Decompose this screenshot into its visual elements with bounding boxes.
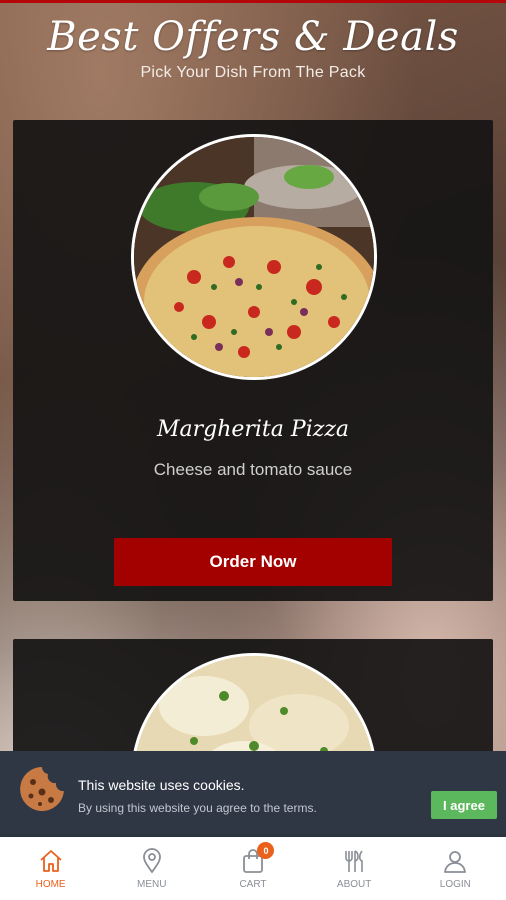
nav-item-home[interactable]: HOME [0, 847, 101, 890]
dish-card: Margherita Pizza Cheese and tomato sauce… [13, 120, 493, 601]
nav-item-about[interactable]: ABOUT [304, 847, 405, 890]
page-title: Best Offers & Deals [47, 14, 459, 60]
cart-count-badge: 0 [257, 842, 275, 859]
dish-description: Cheese and tomato sauce [153, 460, 353, 479]
nav-label: LOGIN [439, 879, 471, 890]
cookie-icon [20, 767, 64, 811]
nav-label: ABOUT [336, 879, 372, 890]
nav-item-menu[interactable]: MENU [101, 847, 202, 890]
pizza-illustration [134, 137, 374, 377]
cookie-text: By using this website you agree to the t… [78, 801, 317, 815]
dish-image [131, 134, 377, 380]
location-pin-icon [142, 848, 161, 874]
nav-label: MENU [137, 879, 167, 890]
cutlery-icon [345, 850, 363, 872]
cookie-banner: This website uses cookies. By using this… [0, 751, 506, 837]
agree-button[interactable]: I agree [431, 791, 497, 819]
dish-name: Margherita Pizza [156, 417, 350, 442]
nav-item-login[interactable]: LOGIN [405, 847, 506, 890]
bottom-nav: HOME MENU 0 CART ABOUT LOGIN [0, 837, 506, 900]
top-accent-bar [0, 0, 506, 3]
home-icon [39, 850, 62, 872]
order-now-button[interactable]: Order Now [114, 538, 392, 586]
nav-item-cart[interactable]: 0 CART [202, 842, 303, 890]
page-header: Best Offers & Deals Pick Your Dish From … [0, 14, 506, 82]
nav-label: CART [239, 879, 267, 890]
cookie-title: This website uses cookies. [78, 777, 245, 793]
nav-label: HOME [35, 879, 66, 890]
page-subtitle: Pick Your Dish From The Pack [140, 64, 366, 81]
user-icon [444, 851, 467, 873]
